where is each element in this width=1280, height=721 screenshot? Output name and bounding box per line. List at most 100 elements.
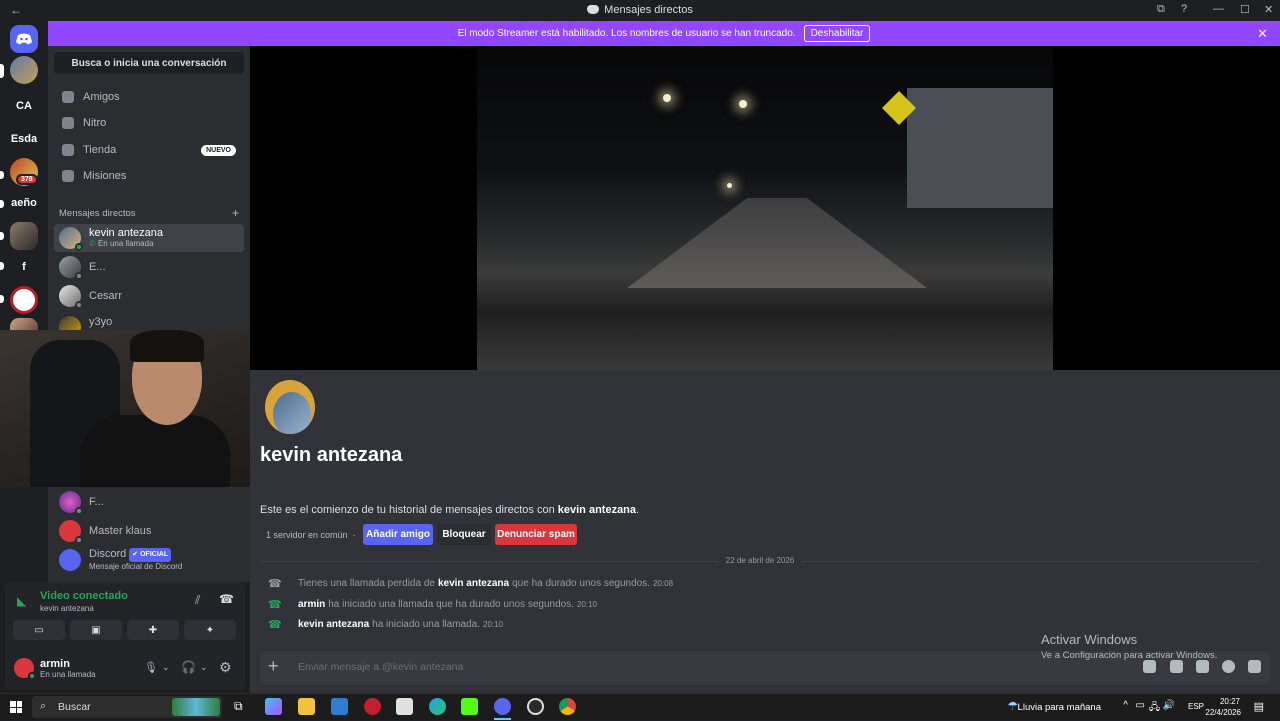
- weather-text[interactable]: Lluvia para mañana: [1018, 702, 1101, 713]
- battery-icon[interactable]: ▭: [1136, 700, 1145, 711]
- kick-icon[interactable]: [461, 698, 478, 715]
- activities-icon: ✚: [148, 624, 158, 636]
- network-icon[interactable]: 🖧: [1149, 700, 1160, 717]
- store-icon[interactable]: [331, 698, 348, 715]
- system-message-missed-call: ☎ Tienes una llamada perdida de kevin ant…: [268, 577, 673, 590]
- language-indicator[interactable]: ESP: [1188, 702, 1204, 711]
- taskbar-search-text: Buscar: [58, 701, 91, 713]
- share-screen-button[interactable]: ▣: [70, 620, 122, 640]
- dm-name: y3yo: [89, 316, 113, 328]
- shop-icon: [62, 144, 74, 156]
- signal-icon[interactable]: ◣: [17, 594, 26, 608]
- edge-icon[interactable]: [429, 698, 446, 715]
- msg-user[interactable]: kevin antezana: [438, 578, 509, 589]
- audio-options-chevron-icon[interactable]: ⌄: [200, 662, 208, 673]
- msg-text: que ha durado unos segundos.: [512, 578, 650, 589]
- report-spam-button[interactable]: Denunciar spam: [495, 524, 577, 545]
- status-indicator: [75, 272, 83, 280]
- watermark-subtitle: Ve a Configuración para activar Windows.: [1041, 650, 1218, 661]
- block-button[interactable]: Bloquear: [437, 524, 491, 545]
- attach-plus-icon[interactable]: +: [268, 656, 279, 677]
- add-friend-button[interactable]: Añadir amigo: [363, 524, 433, 545]
- activities-button[interactable]: ✚: [127, 620, 179, 640]
- discord-home-icon[interactable]: [10, 25, 38, 53]
- minimize-button[interactable]: —: [1213, 3, 1224, 15]
- gif-icon[interactable]: [1170, 660, 1183, 673]
- clock-time[interactable]: 20:27: [1220, 697, 1240, 706]
- file-explorer-icon[interactable]: [298, 698, 315, 715]
- toggle-camera-button[interactable]: ▭: [13, 620, 65, 640]
- gift-icon[interactable]: [1143, 660, 1156, 673]
- mic-options-chevron-icon[interactable]: ⌄: [162, 662, 170, 673]
- mail-icon[interactable]: [396, 698, 413, 715]
- close-banner-icon[interactable]: ✕: [1257, 26, 1268, 42]
- server-esda[interactable]: Esda: [10, 125, 38, 153]
- create-dm-icon[interactable]: +: [232, 206, 239, 220]
- server-avatar-3[interactable]: [10, 222, 38, 250]
- dm-item-kevin[interactable]: kevin antezana ✆ En una llamada: [54, 224, 244, 252]
- tray-chevron-icon[interactable]: ^: [1123, 700, 1128, 711]
- picture-in-picture-icon[interactable]: ⧉: [1157, 3, 1165, 16]
- app-red-icon[interactable]: [364, 698, 381, 715]
- taskbar-search[interactable]: ⌕ Buscar: [32, 696, 222, 718]
- profile-avatar[interactable]: [265, 380, 315, 434]
- dm-item-cesarr[interactable]: Cesarr: [54, 282, 244, 310]
- shared-video-stream[interactable]: [477, 48, 1053, 370]
- nav-quests[interactable]: Misiones: [54, 163, 244, 189]
- obs-icon[interactable]: [527, 698, 544, 715]
- dm-item-master-klaus[interactable]: Master klaus: [54, 517, 244, 545]
- maximize-button[interactable]: ☐: [1240, 3, 1250, 16]
- server-f[interactable]: f: [10, 253, 38, 281]
- user-avatar[interactable]: [14, 658, 36, 680]
- dm-item-y3yo[interactable]: y3yo: [54, 311, 244, 330]
- msg-user[interactable]: armin: [298, 599, 325, 610]
- server-avatar-5[interactable]: [10, 318, 38, 330]
- video-stage[interactable]: [250, 46, 1280, 370]
- server-avatar-4[interactable]: [10, 286, 38, 314]
- search-conversation-button[interactable]: Busca o inicia una conversación: [54, 52, 244, 74]
- server-aeno[interactable]: aeño: [10, 189, 38, 217]
- dm-item-discord[interactable]: Discord ✔ OFICIAL Mensaje oficial de Disco…: [54, 546, 244, 574]
- copilot-icon[interactable]: [265, 698, 282, 715]
- discord-taskbar-icon[interactable]: [494, 698, 511, 715]
- message-input[interactable]: Enviar mensaje a @kevin antezana: [298, 661, 463, 673]
- volume-icon[interactable]: 🔊: [1163, 700, 1175, 711]
- close-window-button[interactable]: ✕: [1264, 3, 1273, 16]
- notifications-icon[interactable]: ▤: [1254, 700, 1264, 713]
- clock-date[interactable]: 22/4/2026: [1205, 708, 1241, 717]
- webcam-overlay: [0, 330, 275, 487]
- server-avatar-1[interactable]: [10, 56, 38, 84]
- video-car-light: [727, 183, 732, 188]
- sticker-icon[interactable]: [1196, 660, 1209, 673]
- dm-name: F...: [89, 496, 104, 508]
- start-windows-icon[interactable]: [10, 701, 22, 713]
- noise-suppression-icon[interactable]: ⫽: [195, 593, 200, 608]
- title-bar: ← Mensajes directos ⧉ ? — ☐ ✕: [0, 0, 1280, 21]
- webcam-person-hair: [130, 330, 204, 362]
- disable-streamer-button[interactable]: Deshabilitar: [803, 25, 871, 42]
- avatar: [59, 227, 83, 251]
- microphone-icon[interactable]: 🎙: [144, 661, 158, 674]
- server-ca[interactable]: CA: [10, 92, 38, 120]
- server-avatar-2[interactable]: 378: [10, 158, 38, 186]
- dm-item-f[interactable]: F...: [54, 488, 244, 516]
- dm-item-e[interactable]: E...: [54, 253, 244, 281]
- profile-name: kevin antezana: [260, 444, 403, 466]
- headphones-icon[interactable]: 🎧: [181, 660, 196, 674]
- mutual-servers[interactable]: 1 servidor en común ·: [266, 530, 356, 540]
- msg-user[interactable]: kevin antezana: [298, 619, 369, 630]
- apps-icon[interactable]: [1248, 660, 1261, 673]
- chrome-icon[interactable]: [559, 698, 576, 715]
- nav-friends[interactable]: Amigos: [54, 84, 244, 110]
- soundboard-button[interactable]: ✦: [184, 620, 236, 640]
- nav-nitro[interactable]: Nitro: [54, 110, 244, 136]
- disconnect-icon[interactable]: ☎: [219, 592, 234, 606]
- username: armin: [40, 658, 70, 670]
- help-icon[interactable]: ?: [1181, 3, 1187, 15]
- weather-icon[interactable]: ☂: [1007, 699, 1018, 713]
- settings-gear-icon[interactable]: ⚙: [219, 659, 232, 676]
- nav-shop[interactable]: Tienda NUEVO: [54, 137, 244, 163]
- task-view-icon[interactable]: ⧉: [234, 699, 243, 714]
- emoji-icon[interactable]: [1222, 660, 1235, 673]
- streamer-mode-banner: El modo Streamer está habilitado. Los no…: [48, 21, 1280, 46]
